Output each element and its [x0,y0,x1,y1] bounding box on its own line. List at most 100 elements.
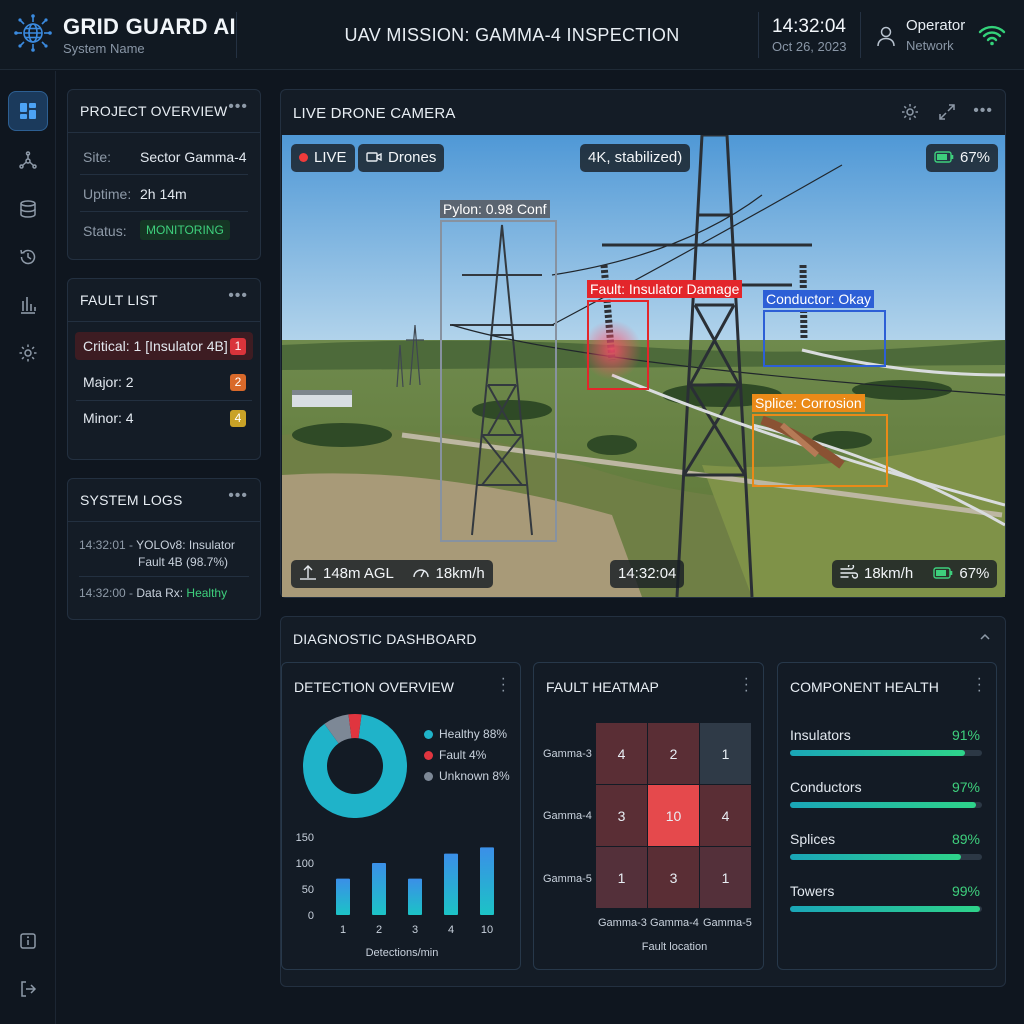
drones-selector[interactable]: Drones [358,144,445,172]
component-pct: 91% [951,727,980,743]
more-options-icon[interactable]: ••• [973,102,993,120]
heatmap-cell[interactable]: 1 [700,847,751,908]
component-pct: 89% [951,831,980,847]
wind-speed-value: 18km/h [864,565,914,582]
sidebar-item-settings[interactable] [8,333,48,373]
header-divider [860,12,861,58]
database-icon [20,200,36,218]
live-camera-title: LIVE DRONE CAMERA [293,105,456,122]
sidebar-item-logout[interactable] [8,969,48,1009]
fault-item-major[interactable]: Major: 2 2 [75,368,253,396]
drones-label: Drones [388,149,437,166]
timestamp-chip: 14:32:04 [610,560,685,588]
component-pct: 99% [951,883,980,899]
drone-icon [19,151,37,169]
detection-overview-card: DETECTION OVERVIEW · · · Healthy 88% Fault… [281,662,521,970]
heatmap-cell[interactable]: 10 [648,785,699,846]
detection-label: Fault: Insulator Damage [587,280,743,298]
bar-chart-xtick: 3 [412,924,418,936]
legend-label: Unknown 8% [439,769,510,783]
fault-count-badge: 2 [230,374,246,391]
legend-item-fault: Fault 4% [424,748,486,762]
status-badge: MONITORING [140,220,230,240]
component-name: Splices [790,831,836,847]
legend-label: Healthy 88% [439,727,508,741]
sidebar-item-analytics[interactable] [8,285,48,325]
diagnostic-dashboard-panel: DIAGNOSTIC DASHBOARD DETECTION OVERVIEW … [280,616,1006,987]
system-logs-title: SYSTEM LOGS [80,492,183,508]
detection-box-conductor[interactable]: Conductor: Okay [763,290,886,367]
header-divider [236,12,237,58]
bar-chart-xtick: 1 [340,924,346,936]
bar-chart-xtick: 4 [448,924,454,936]
site-value: Sector Gamma-4 [140,149,247,165]
heatmap-row-label: Gamma-3 [543,748,592,760]
bar-chart-bar [408,878,422,915]
heatmap-cell[interactable]: 1 [596,847,647,908]
legend-dot [424,730,433,739]
log-entry: 14:32:00 - Data Rx: Healthy [79,585,227,602]
heatmap-cell[interactable]: 3 [596,785,647,846]
more-options-icon[interactable]: ••• [228,287,248,305]
detection-box-splice[interactable]: Splice: Corrosion [752,394,888,487]
bar-chart-ytick: 150 [296,833,314,844]
altitude-icon [300,565,316,580]
bar-chart-bar [372,863,386,915]
sidebar-item-history[interactable] [8,237,48,277]
heatmap-cell[interactable]: 2 [648,723,699,784]
chevron-up-icon[interactable] [979,632,991,642]
health-bar-fill [790,854,961,860]
fault-item-label: Major: 2 [83,374,134,390]
detection-box-fault[interactable]: Fault: Insulator Damage [587,280,743,390]
health-bar-fill [790,750,965,756]
fault-list-panel: FAULT LIST ••• Critical: 1 [Insulator 4B… [67,278,261,460]
more-options-icon[interactable]: · · · [744,671,749,699]
divider [80,211,248,212]
bar-chart-xlabel: Detections/min [365,947,439,959]
fault-heatmap-title: FAULT HEATMAP [546,679,659,695]
more-options-icon[interactable]: · · · [977,671,982,699]
heatmap-xlabel: Fault location [641,941,708,953]
more-options-icon[interactable]: ••• [228,487,248,505]
detection-label: Pylon: 0.98 Conf [440,200,550,218]
more-options-icon[interactable]: · · · [501,671,506,699]
sidebar-item-dashboard[interactable] [8,91,48,131]
altitude-value: 148m AGL [323,565,394,582]
log-text: YOLOv8: Insulator [136,538,235,552]
fault-count-badge: 1 [230,338,246,355]
header-date: Oct 26, 2023 [772,39,847,54]
detection-box-pylon[interactable]: Pylon: 0.98 Conf [440,200,557,542]
battery-icon [934,151,954,163]
health-bar [790,906,982,912]
more-options-icon[interactable]: ••• [228,98,248,116]
sidebar-item-database[interactable] [8,189,48,229]
divider [68,132,260,133]
heatmap-cell[interactable]: 4 [700,785,751,846]
camera-feed[interactable]: LIVE Drones 4K, stabilized) 67% Pylon: 0… [282,135,1005,597]
project-overview-panel: PROJECT OVERVIEW ••• Site: Sector Gamma-… [67,89,261,260]
fault-item-critical[interactable]: Critical: 1 [Insulator 4B] 1 [75,332,253,360]
heatmap-col-label: Gamma-5 [703,917,752,929]
dashboard-icon [20,103,36,119]
expand-icon[interactable] [937,102,957,122]
user-icon[interactable] [876,25,896,47]
heatmap-cell[interactable]: 3 [648,847,699,908]
detection-label: Conductor: Okay [763,290,875,308]
heatmap-cell[interactable]: 4 [596,723,647,784]
site-label: Site: [83,149,112,165]
divider [80,174,248,175]
fault-item-minor[interactable]: Minor: 4 4 [75,404,253,432]
log-status: Healthy [186,586,228,600]
bar-chart-xtick: 10 [481,924,493,936]
operator-name[interactable]: Operator [906,17,965,34]
heatmap-cell[interactable]: 1 [700,723,751,784]
history-icon [20,249,36,265]
component-pct: 97% [951,779,980,795]
sidebar-item-drones[interactable] [8,141,48,181]
quality-chip: 4K, stabilized) [580,144,691,172]
heatmap-row-label: Gamma-5 [543,873,592,885]
component-name: Towers [790,883,835,899]
uptime-value: 2h 14m [140,186,187,202]
sidebar-item-info[interactable] [8,921,48,961]
camera-settings-icon[interactable] [900,102,920,122]
